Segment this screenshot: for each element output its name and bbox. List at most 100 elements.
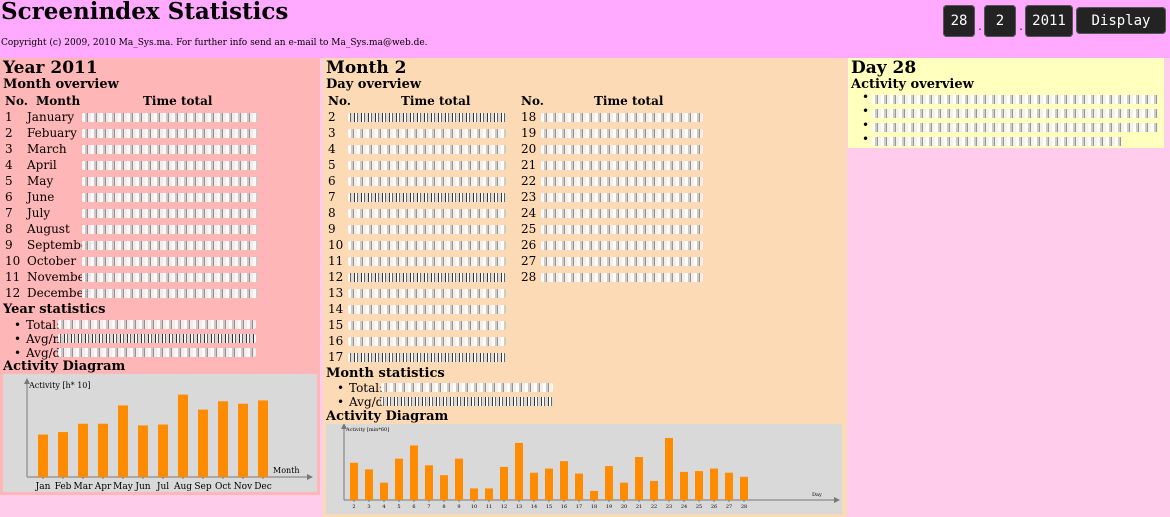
day-number: 4	[328, 142, 336, 156]
day-overview-heading: Day overview	[326, 77, 422, 92]
day-number: 12	[328, 270, 344, 284]
display-button[interactable]: Display	[1076, 7, 1166, 34]
day-number: 27	[521, 254, 537, 268]
chart-bar	[58, 432, 68, 477]
chart-bar	[410, 445, 418, 500]
redacted-value	[541, 241, 703, 250]
month-number: 10	[5, 254, 21, 268]
x-tick-label: 11	[486, 504, 492, 510]
column-header-no: No.	[521, 94, 544, 108]
year-stat-total: Total:	[14, 318, 60, 332]
month-name: November	[27, 270, 91, 284]
x-tick-label: 3	[367, 504, 370, 510]
x-tick-label: 18	[591, 504, 597, 510]
day-number: 8	[328, 206, 336, 220]
chart-bar	[485, 488, 493, 500]
x-tick-label: 20	[621, 504, 627, 510]
x-tick-label: 23	[666, 504, 672, 510]
chart-bar	[665, 437, 673, 500]
chart-bar	[425, 465, 433, 500]
year-activity-chart: Activity [h* 10] Month Jan Feb Mar Apr May Jun J…	[3, 374, 317, 492]
redacted-value	[348, 257, 506, 266]
day-number: 14	[328, 302, 344, 316]
x-axis-label: Month	[273, 466, 300, 475]
column-header-month: Month	[36, 94, 81, 108]
column-header-time-total: Time total	[401, 94, 471, 108]
x-tick-label: 9	[457, 504, 460, 510]
day-number: 26	[521, 238, 537, 252]
month-name: August	[27, 222, 70, 236]
redacted-value	[348, 209, 506, 218]
month-number: 4	[5, 158, 13, 172]
redacted-value	[541, 257, 703, 266]
day-number: 2	[328, 110, 336, 124]
month-number: 3	[5, 142, 13, 156]
day-number: 24	[521, 206, 537, 220]
x-tick-label: 13	[516, 504, 522, 510]
chart-bar	[118, 405, 128, 477]
month-name: March	[27, 142, 67, 156]
x-tick-label: 16	[561, 504, 567, 510]
chart-bar	[710, 468, 718, 500]
month-number: 1	[5, 110, 13, 124]
chart-bar	[198, 409, 208, 477]
year-title: Year 2011	[3, 58, 98, 78]
day-number: 6	[328, 174, 336, 188]
redacted-value	[348, 177, 506, 186]
redacted-value	[348, 353, 506, 362]
day-number: 23	[521, 190, 537, 204]
redacted-value	[82, 177, 258, 186]
month-number: 9	[5, 238, 13, 252]
x-tick-label: 12	[501, 504, 507, 510]
column-header-no: No.	[328, 94, 351, 108]
month-input[interactable]: 2	[984, 5, 1016, 37]
redacted-value	[348, 289, 506, 298]
x-tick-label: May	[113, 482, 134, 492]
day-number: 19	[521, 126, 537, 140]
month-title: Month 2	[326, 58, 407, 78]
x-tick-label: 14	[531, 504, 537, 510]
x-tick-label: 27	[726, 504, 732, 510]
column-header-time-total: Time total	[594, 94, 664, 108]
x-tick-label: 4	[382, 504, 385, 510]
day-input[interactable]: 28	[943, 5, 975, 37]
redacted-activity-item	[872, 137, 1122, 146]
chart-bar	[138, 425, 148, 477]
x-tick-label: Oct	[215, 482, 231, 492]
redacted-value	[82, 145, 258, 154]
day-number: 20	[521, 142, 537, 156]
x-tick-label: 5	[397, 504, 400, 510]
year-input[interactable]: 2011	[1025, 5, 1073, 37]
redacted-value	[82, 193, 258, 202]
month-number: 6	[5, 190, 13, 204]
chart-bar	[218, 401, 228, 477]
y-axis-label: Activity [min*60]	[345, 427, 389, 433]
redacted-value	[82, 209, 258, 218]
page-title: Screenindex Statistics	[1, 0, 289, 25]
redacted-value	[82, 225, 258, 234]
chart-bar	[238, 403, 248, 477]
chart-bar	[365, 469, 373, 500]
x-tick-label: 15	[546, 504, 552, 510]
chart-bar	[575, 473, 583, 500]
month-number: 11	[5, 270, 21, 284]
day-number: 3	[328, 126, 336, 140]
x-tick-label: 26	[711, 504, 717, 510]
chart-bar	[560, 461, 568, 500]
chart-bar	[258, 400, 268, 477]
redacted-value	[348, 241, 506, 250]
redacted-value	[82, 289, 258, 298]
redacted-value	[348, 225, 506, 234]
day-number: 7	[328, 190, 336, 204]
chart-bar	[620, 482, 628, 500]
chart-bar	[380, 482, 388, 500]
day-number: 28	[521, 270, 537, 284]
x-tick-label: 28	[741, 504, 747, 510]
date-separator: .	[977, 22, 984, 33]
redacted-value	[541, 225, 703, 234]
redacted-value	[541, 145, 703, 154]
day-number: 25	[521, 222, 537, 236]
month-activity-chart-svg: Activity [min*60]Day2 3 4 5 6 7 8 9 10 11 12 13 14 15…	[341, 423, 840, 510]
date-separator: .	[1018, 22, 1025, 33]
x-axis-arrow	[307, 474, 313, 480]
